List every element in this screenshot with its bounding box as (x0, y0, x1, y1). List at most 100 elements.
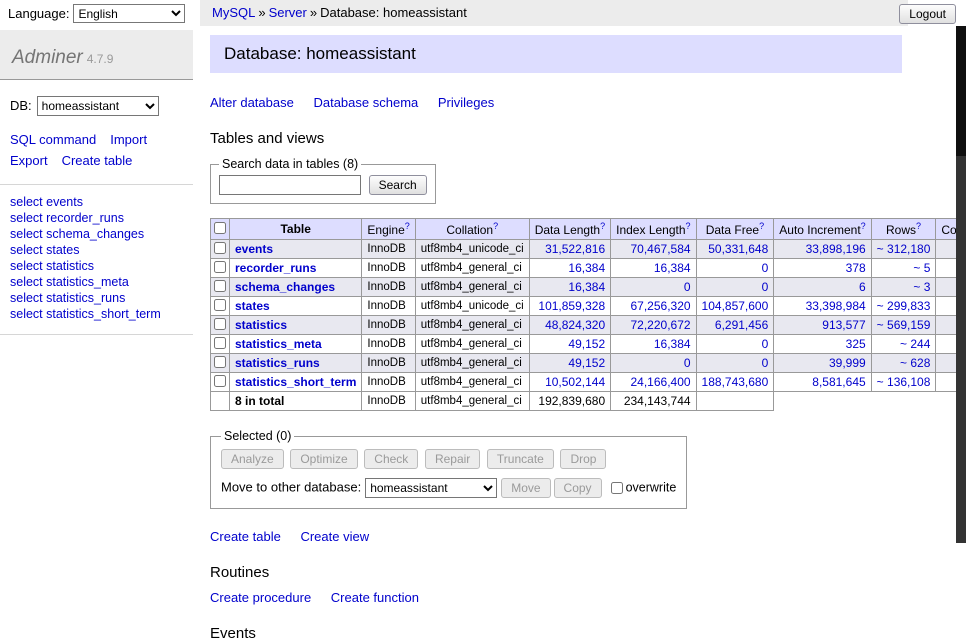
data-free-link[interactable]: 0 (762, 356, 769, 370)
auto-increment-link[interactable]: 39,999 (829, 356, 866, 370)
auto-increment-link[interactable]: 913,577 (822, 318, 865, 332)
help-icon[interactable]: ? (600, 221, 605, 231)
index-length-link[interactable]: 70,467,584 (630, 242, 690, 256)
table-link[interactable]: statistics_meta (235, 337, 322, 351)
table-link[interactable]: recorder_runs (235, 261, 316, 275)
rows-count-link[interactable]: ~ 3 (913, 280, 930, 294)
sidebar-item-select-statistics[interactable]: select statistics (10, 258, 183, 274)
create-view-link[interactable]: Create view (300, 529, 369, 544)
create-procedure-link[interactable]: Create procedure (210, 590, 311, 605)
breadcrumb-link-server[interactable]: Server (269, 5, 307, 20)
rows-count-link[interactable]: ~ 5 (913, 261, 930, 275)
data-length-link[interactable]: 49,152 (568, 356, 605, 370)
search-button[interactable]: Search (369, 175, 427, 195)
analyze-button[interactable]: Analyze (221, 449, 284, 469)
index-length-link[interactable]: 16,384 (654, 337, 691, 351)
database-schema-link[interactable]: Database schema (313, 95, 418, 110)
sidebar-item-select-events[interactable]: select events (10, 194, 183, 210)
data-length-link[interactable]: 31,522,816 (545, 242, 605, 256)
table-link[interactable]: events (235, 242, 273, 256)
rows-count-link[interactable]: ~ 569,159 (877, 318, 931, 332)
sidebar-item-select-statistics-short-term[interactable]: select statistics_short_term (10, 306, 183, 322)
row-checkbox[interactable] (214, 337, 226, 349)
row-checkbox[interactable] (214, 356, 226, 368)
sidebar-item-select-schema-changes[interactable]: select schema_changes (10, 226, 183, 242)
help-icon[interactable]: ? (759, 221, 764, 231)
data-free-link[interactable]: 104,857,600 (702, 299, 769, 313)
repair-button[interactable]: Repair (425, 449, 480, 469)
data-length-link[interactable]: 49,152 (568, 337, 605, 351)
truncate-button[interactable]: Truncate (487, 449, 554, 469)
auto-increment-link[interactable]: 33,898,196 (806, 242, 866, 256)
move-db-select[interactable]: homeassistant (365, 478, 497, 498)
row-checkbox[interactable] (214, 261, 226, 273)
help-icon[interactable]: ? (405, 221, 410, 231)
help-icon[interactable]: ? (686, 221, 691, 231)
row-checkbox[interactable] (214, 280, 226, 292)
scrollbar-thumb[interactable] (956, 26, 966, 156)
row-checkbox[interactable] (214, 299, 226, 311)
index-length-link[interactable]: 0 (684, 280, 691, 294)
language-select[interactable]: English (73, 4, 185, 23)
sidebar-item-select-recorder-runs[interactable]: select recorder_runs (10, 210, 183, 226)
help-icon[interactable]: ? (916, 221, 921, 231)
optimize-button[interactable]: Optimize (290, 449, 357, 469)
scrollbar[interactable] (956, 26, 966, 543)
index-length-link[interactable]: 0 (684, 356, 691, 370)
data-free-link[interactable]: 188,743,680 (702, 375, 769, 389)
copy-button[interactable]: Copy (554, 478, 602, 498)
search-input[interactable] (219, 175, 361, 195)
logout-button[interactable]: Logout (899, 4, 956, 24)
table-link[interactable]: statistics_short_term (235, 375, 356, 389)
data-free-link[interactable]: 0 (762, 261, 769, 275)
db-select[interactable]: homeassistant (37, 96, 159, 116)
sidebar-link-sql-command[interactable]: SQL command (10, 132, 96, 147)
alter-database-link[interactable]: Alter database (210, 95, 294, 110)
create-table-link[interactable]: Create table (210, 529, 281, 544)
data-length-link[interactable]: 101,859,328 (538, 299, 605, 313)
auto-increment-link[interactable]: 325 (846, 337, 866, 351)
rows-count-link[interactable]: ~ 244 (900, 337, 930, 351)
row-checkbox[interactable] (214, 375, 226, 387)
overwrite-checkbox[interactable] (611, 482, 623, 494)
data-length-link[interactable]: 16,384 (568, 280, 605, 294)
table-link[interactable]: statistics_runs (235, 356, 320, 370)
auto-increment-link[interactable]: 6 (859, 280, 866, 294)
sidebar-link-import[interactable]: Import (110, 132, 147, 147)
data-free-link[interactable]: 6,291,456 (715, 318, 768, 332)
help-icon[interactable]: ? (861, 221, 866, 231)
help-icon[interactable]: ? (493, 221, 498, 231)
row-checkbox[interactable] (214, 242, 226, 254)
sidebar-item-select-states[interactable]: select states (10, 242, 183, 258)
auto-increment-link[interactable]: 33,398,984 (806, 299, 866, 313)
data-free-link[interactable]: 50,331,648 (708, 242, 768, 256)
check-button[interactable]: Check (364, 449, 418, 469)
sidebar-item-select-statistics-runs[interactable]: select statistics_runs (10, 290, 183, 306)
data-free-link[interactable]: 0 (762, 280, 769, 294)
index-length-link[interactable]: 67,256,320 (630, 299, 690, 313)
create-function-link[interactable]: Create function (331, 590, 419, 605)
rows-count-link[interactable]: ~ 312,180 (877, 242, 931, 256)
sidebar-link-create-table[interactable]: Create table (62, 153, 133, 168)
privileges-link[interactable]: Privileges (438, 95, 494, 110)
move-button[interactable]: Move (501, 478, 550, 498)
rows-count-link[interactable]: ~ 136,108 (877, 375, 931, 389)
auto-increment-link[interactable]: 378 (846, 261, 866, 275)
select-all-checkbox[interactable] (214, 222, 226, 234)
sidebar-item-select-statistics-meta[interactable]: select statistics_meta (10, 274, 183, 290)
rows-count-link[interactable]: ~ 628 (900, 356, 930, 370)
drop-button[interactable]: Drop (560, 449, 606, 469)
breadcrumb-link-mysql[interactable]: MySQL (212, 5, 255, 20)
table-link[interactable]: schema_changes (235, 280, 335, 294)
index-length-link[interactable]: 16,384 (654, 261, 691, 275)
table-link[interactable]: statistics (235, 318, 287, 332)
rows-count-link[interactable]: ~ 299,833 (877, 299, 931, 313)
table-link[interactable]: states (235, 299, 270, 313)
row-checkbox[interactable] (214, 318, 226, 330)
index-length-link[interactable]: 72,220,672 (630, 318, 690, 332)
adminer-logo[interactable]: Adminer (12, 47, 83, 68)
data-free-link[interactable]: 0 (762, 337, 769, 351)
auto-increment-link[interactable]: 8,581,645 (812, 375, 865, 389)
sidebar-link-export[interactable]: Export (10, 153, 48, 168)
data-length-link[interactable]: 10,502,144 (545, 375, 605, 389)
